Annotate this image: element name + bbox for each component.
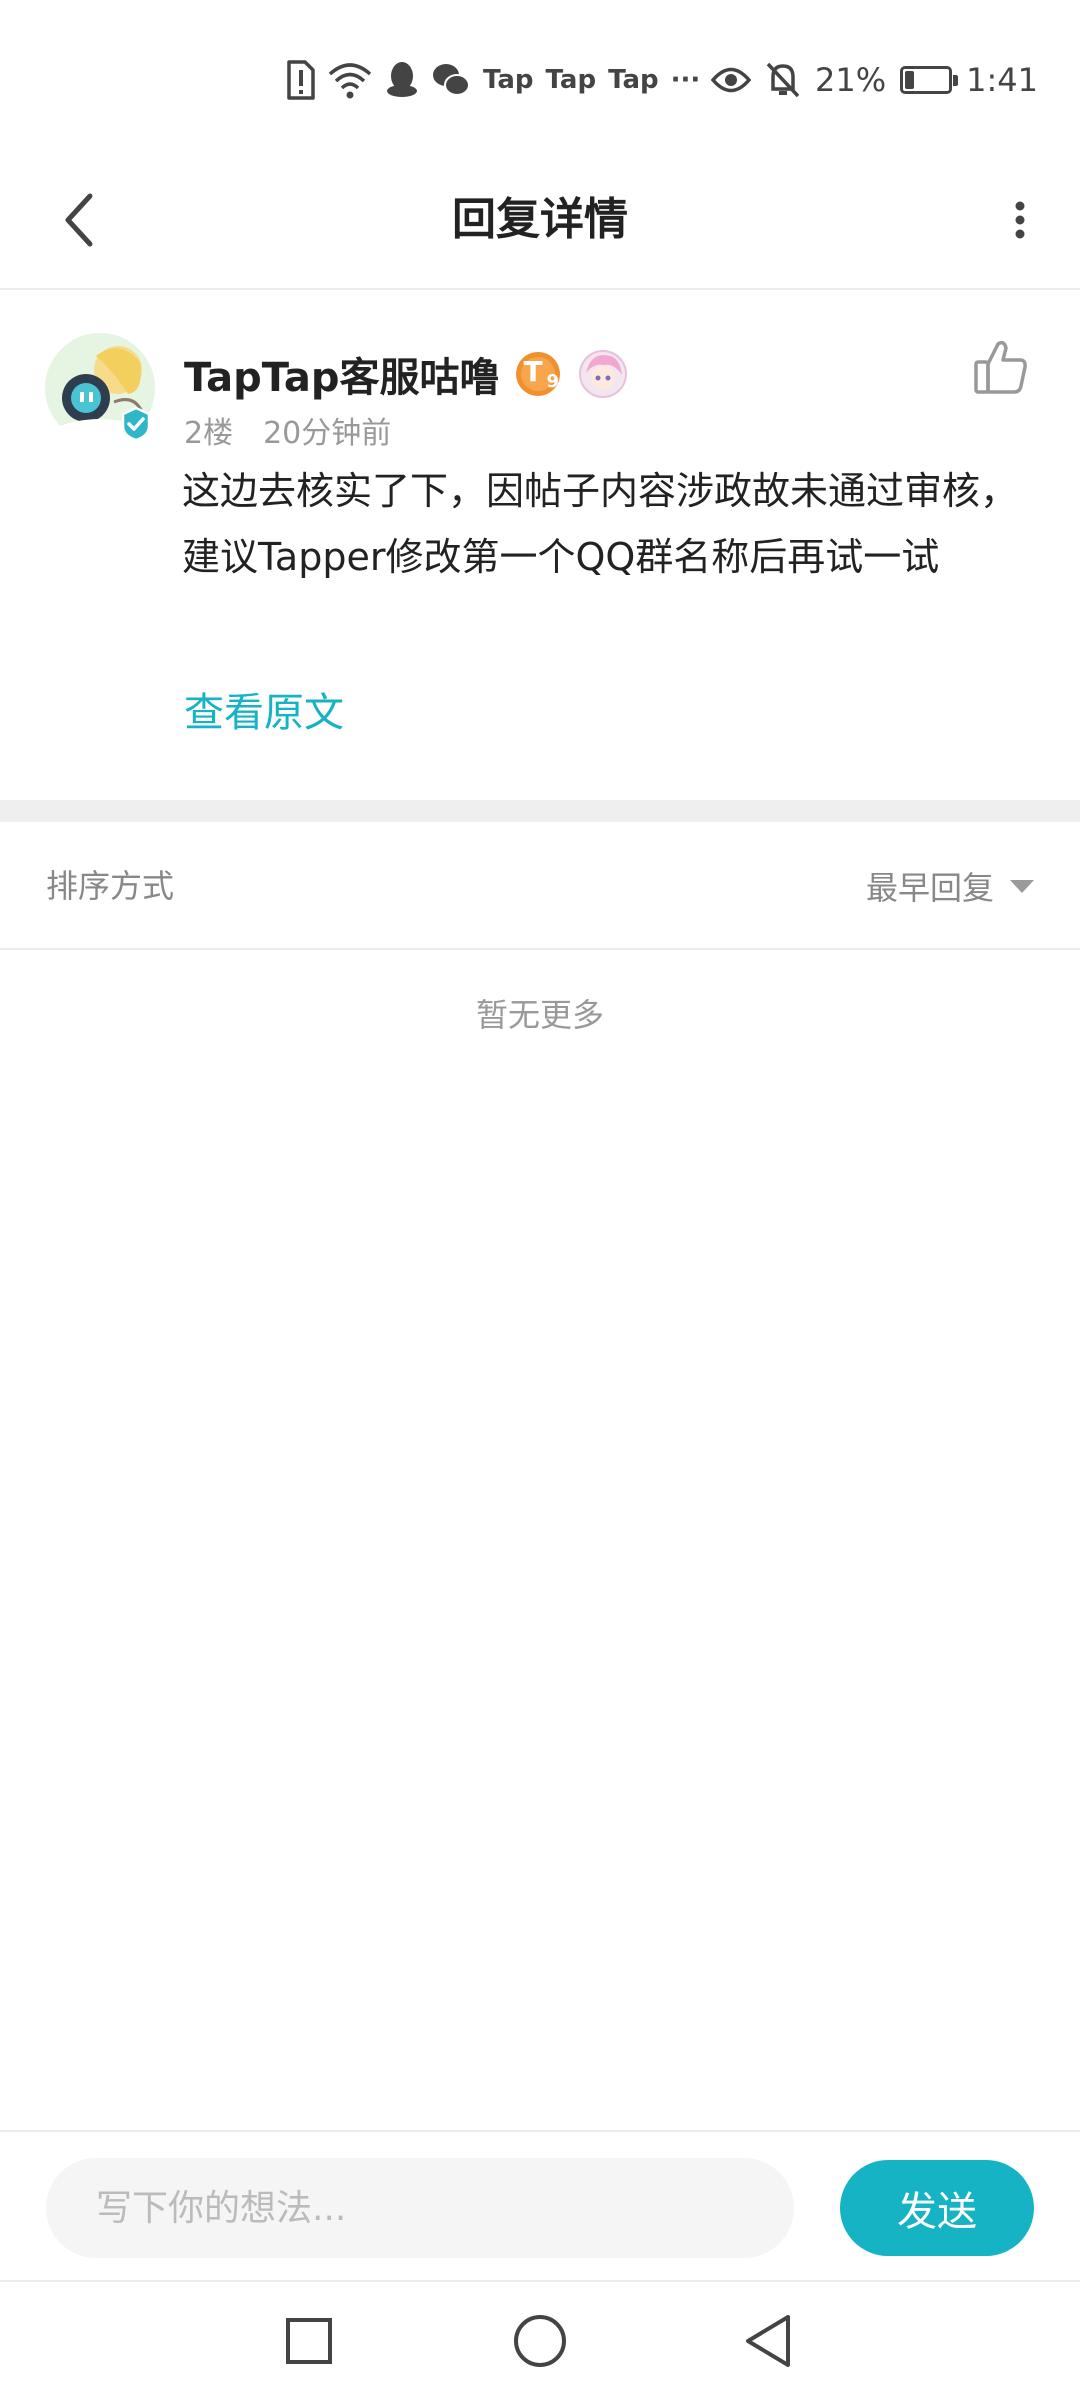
sort-label: 排序方式	[46, 867, 175, 905]
more-vertical-icon	[1015, 201, 1025, 239]
sort-dropdown[interactable]: 最早回复	[866, 822, 1034, 950]
comment-input[interactable]	[46, 2158, 794, 2258]
battery-fill	[905, 71, 915, 89]
wechat-icon	[433, 64, 470, 96]
avatar[interactable]	[44, 332, 156, 444]
verified-icon	[121, 406, 151, 442]
home-circle-icon	[514, 2315, 566, 2367]
battery-percent: 21%	[815, 61, 887, 99]
top-app-bar: 回复详情	[0, 150, 1080, 290]
sim-alert-icon	[287, 60, 315, 100]
status-bar: Tap Tap Tap ··· 21% 1:41	[0, 0, 1080, 150]
more-options-button[interactable]	[990, 180, 1050, 260]
character-badge-icon	[578, 350, 627, 398]
status-left-group: Tap Tap Tap ···	[285, 58, 700, 102]
status-app-label-1: Tap	[483, 65, 534, 95]
qq-icon	[387, 62, 417, 97]
author-name[interactable]: TapTap客服咕噜	[184, 345, 500, 403]
back-button[interactable]	[40, 180, 120, 260]
wifi-icon	[328, 63, 372, 99]
reply-post: TapTap客服咕噜 T 9 2楼 20分钟前 这边去核实了下，因帖子内容涉政故…	[0, 290, 1080, 800]
empty-state-text: 暂无更多	[475, 996, 604, 1034]
view-original-link[interactable]: 查看原文	[184, 680, 344, 738]
section-divider	[0, 800, 1080, 822]
recents-button[interactable]	[272, 2304, 346, 2378]
eye-icon	[711, 67, 752, 93]
post-meta: 2楼 20分钟前	[184, 408, 391, 452]
status-right-group: 21% 1:41	[711, 58, 1038, 102]
send-button[interactable]: 发送	[840, 2160, 1034, 2256]
recents-square-icon	[286, 2318, 332, 2364]
sort-value: 最早回复	[865, 869, 994, 907]
status-app-label-2: Tap	[545, 65, 597, 95]
back-nav-button[interactable]	[731, 2304, 805, 2378]
system-nav-bar	[0, 2282, 1080, 2400]
floor-number: 2楼	[184, 416, 234, 451]
bell-off-icon	[766, 62, 800, 98]
clock: 1:41	[966, 61, 1038, 99]
level-badge-number: 9	[546, 371, 560, 392]
thumbs-up-icon	[974, 340, 1027, 394]
post-time: 20分钟前	[263, 416, 392, 451]
home-button[interactable]	[503, 2304, 577, 2378]
caret-down-icon	[1010, 879, 1034, 893]
comment-composer: 发送	[0, 2130, 1080, 2282]
reply-content: 这边去核实了下，因帖子内容涉政故未通过审核，建议Tapper修改第一个QQ群名称…	[182, 469, 1019, 579]
status-app-label-3: Tap	[608, 65, 659, 95]
battery-icon	[900, 66, 959, 94]
page-title: 回复详情	[452, 194, 628, 245]
more-notifications-indicator: ···	[670, 65, 701, 95]
back-triangle-icon	[746, 2315, 790, 2367]
level-badge: T 9	[514, 349, 564, 399]
sort-bar: 排序方式 最早回复	[0, 822, 1080, 950]
chevron-left-icon	[65, 193, 93, 247]
level-badge-letter: T	[523, 355, 543, 388]
author-row: TapTap客服咕噜 T 9	[184, 344, 628, 404]
like-button[interactable]	[970, 336, 1032, 398]
